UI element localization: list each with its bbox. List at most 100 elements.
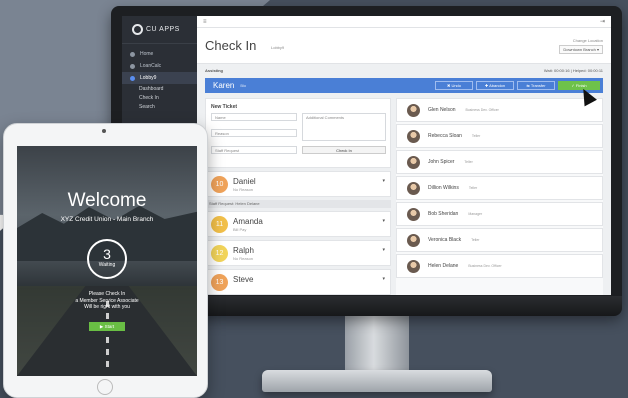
avatar (407, 233, 420, 247)
assisting-label: Assisting (205, 68, 224, 73)
tablet-device: Welcome XYZ Credit Union - Main Branch 3… (3, 123, 208, 398)
staff-name: Helen Delane (428, 263, 459, 269)
current-customer-bar: Karen Bio ✖ Undo ✚ Abandon ⇆ Transfer ✓ … (205, 78, 603, 93)
welcome-title: Welcome (67, 190, 147, 211)
finish-button[interactable]: ✓ Finish (558, 81, 600, 90)
sidebar-item-label: Lobby9 (140, 75, 157, 81)
staff-name: Dillion Wilkins (428, 185, 459, 191)
queue-item[interactable]: 12 Ralph No Reason ▾ (205, 240, 391, 266)
page-subtitle: Lobby9 (271, 45, 285, 50)
tablet-screen: Welcome XYZ Credit Union - Main Branch 3… (17, 146, 197, 376)
queue-name: Steve (233, 275, 254, 284)
topbar: ≡ ⇥ (197, 16, 611, 28)
avatar (407, 129, 420, 143)
camera-icon (102, 129, 106, 133)
staff-panel: Glen Nelson Business Dev. Officer Rebecca… (396, 98, 603, 295)
current-customer-tag: Bio (240, 83, 247, 88)
message-line: Will be right with you (84, 304, 130, 310)
abandon-button[interactable]: ✚ Abandon (476, 81, 514, 90)
new-ticket-form: New Ticket Name Additional Comments Reas… (205, 98, 391, 168)
assisting-row: Assisting Wait: 00:00:16 | Helped: 00:00… (205, 68, 603, 73)
staff-role: Business Dev. Officer (468, 264, 502, 268)
monitor-base (262, 370, 492, 392)
action-buttons: ✖ Undo ✚ Abandon ⇆ Transfer ✓ Finish (435, 81, 603, 90)
main-content: ≡ ⇥ Check In Lobby9 Change Location Down… (197, 16, 611, 295)
queue-number-badge: 12 (211, 245, 228, 262)
page-title: Check In (205, 38, 257, 53)
avatar (407, 103, 420, 117)
caret-down-icon[interactable]: ▾ (382, 276, 385, 282)
branch-label: Change Location (572, 38, 603, 43)
home-button[interactable] (97, 379, 113, 395)
waiting-count: 3 (103, 246, 111, 262)
staff-role: Business Dev. Officer (465, 108, 499, 112)
comments-input[interactable]: Additional Comments (302, 113, 386, 141)
hamburger-icon[interactable]: ≡ (203, 19, 207, 25)
queue-number-badge: 13 (211, 274, 228, 291)
staff-item[interactable]: Glen Nelson Business Dev. Officer (396, 98, 603, 122)
staff-item[interactable]: Bob Sheridan Manager (396, 202, 603, 226)
branch-selector[interactable]: Change Location Downtown Branch ▾ (559, 38, 603, 54)
staff-role: Teller (471, 134, 481, 138)
sidebar-item-home[interactable]: Home (122, 48, 197, 60)
start-button[interactable]: ▶ Start (89, 322, 125, 331)
home-icon (130, 51, 135, 57)
staff-item[interactable]: Rebecca Sloan Teller (396, 124, 603, 148)
queue-reason: Bill Pay (233, 227, 247, 232)
queue-number-badge: 11 (211, 216, 228, 233)
queue-reason: No Reason (233, 187, 254, 192)
queue-item[interactable]: 10 Daniel No Reason ▾ (205, 171, 391, 197)
queue-item[interactable]: 13 Steve ▾ (205, 269, 391, 295)
sidebar-item-lobby[interactable]: Lobby9 (122, 72, 197, 84)
staff-name: John Spicer (428, 159, 455, 165)
staff-role: Teller (468, 186, 478, 190)
queue-name: Ralph (233, 246, 254, 255)
page-header: Check In Lobby9 Change Location Downtown… (197, 28, 611, 64)
staff-role: Manager (468, 212, 483, 216)
staff-request-select[interactable]: Staff Request (211, 146, 297, 154)
staff-item[interactable]: Veronica Black Teller (396, 228, 603, 252)
sidebar-subitem-search[interactable]: Search (122, 102, 197, 111)
staff-item[interactable]: Helen Delane Business Dev. Officer (396, 254, 603, 278)
transfer-button[interactable]: ⇆ Transfer (517, 81, 555, 90)
staff-item[interactable]: John Spicer Teller (396, 150, 603, 174)
lobby-icon (130, 75, 135, 81)
brand-logo[interactable]: CU APPS (122, 16, 197, 44)
staff-name: Rebecca Sloan (428, 133, 462, 139)
avatar (407, 207, 420, 221)
reason-select[interactable]: Reason (211, 129, 297, 137)
staff-name: Veronica Black (428, 237, 462, 243)
queue-name: Amanda (233, 217, 263, 226)
sidebar-subitem-checkin[interactable]: Check In (122, 93, 197, 102)
branch-select[interactable]: Downtown Branch ▾ (559, 45, 603, 54)
waiting-counter: 3 Waiting (87, 239, 127, 279)
checkin-message: Please Check In a Member Service Associa… (17, 291, 197, 311)
logout-icon[interactable]: ⇥ (600, 18, 605, 25)
queue-panel: New Ticket Name Additional Comments Reas… (205, 98, 391, 295)
caret-down-icon[interactable]: ▾ (382, 218, 385, 224)
check-in-button[interactable]: Check In (302, 146, 386, 154)
current-customer-name: Karen (213, 81, 235, 90)
branch-name: XYZ Credit Union - Main Branch (60, 216, 154, 223)
calculator-icon (130, 63, 135, 69)
caret-down-icon[interactable]: ▾ (382, 178, 385, 184)
staff-request-separator: Staff Request: Helen Delane (205, 200, 391, 208)
staff-name: Glen Nelson (428, 107, 456, 113)
assisting-timing: Wait: 00:00:16 | Helped: 00:00:11 (543, 68, 603, 73)
sidebar-nav: Home LoanCalc Lobby9 Dashboard Check In … (122, 44, 197, 115)
caret-down-icon[interactable]: ▾ (382, 247, 385, 253)
queue-number-badge: 10 (211, 176, 228, 193)
logo-icon (132, 24, 143, 35)
sidebar-item-loancalc[interactable]: LoanCalc (122, 60, 197, 72)
staff-item[interactable]: Dillion Wilkins Teller (396, 176, 603, 200)
queue-item[interactable]: 11 Amanda Bill Pay ▾ (205, 211, 391, 237)
staff-role: Teller (464, 160, 473, 164)
undo-button[interactable]: ✖ Undo (435, 81, 473, 90)
new-ticket-title: New Ticket (211, 104, 238, 110)
brand-name: CU APPS (146, 26, 180, 33)
queue-name: Daniel (233, 177, 256, 186)
road-line (106, 301, 109, 371)
queue-reason: No Reason (233, 256, 254, 261)
sidebar-subitem-dashboard[interactable]: Dashboard (122, 84, 197, 93)
name-input[interactable]: Name (211, 113, 297, 121)
